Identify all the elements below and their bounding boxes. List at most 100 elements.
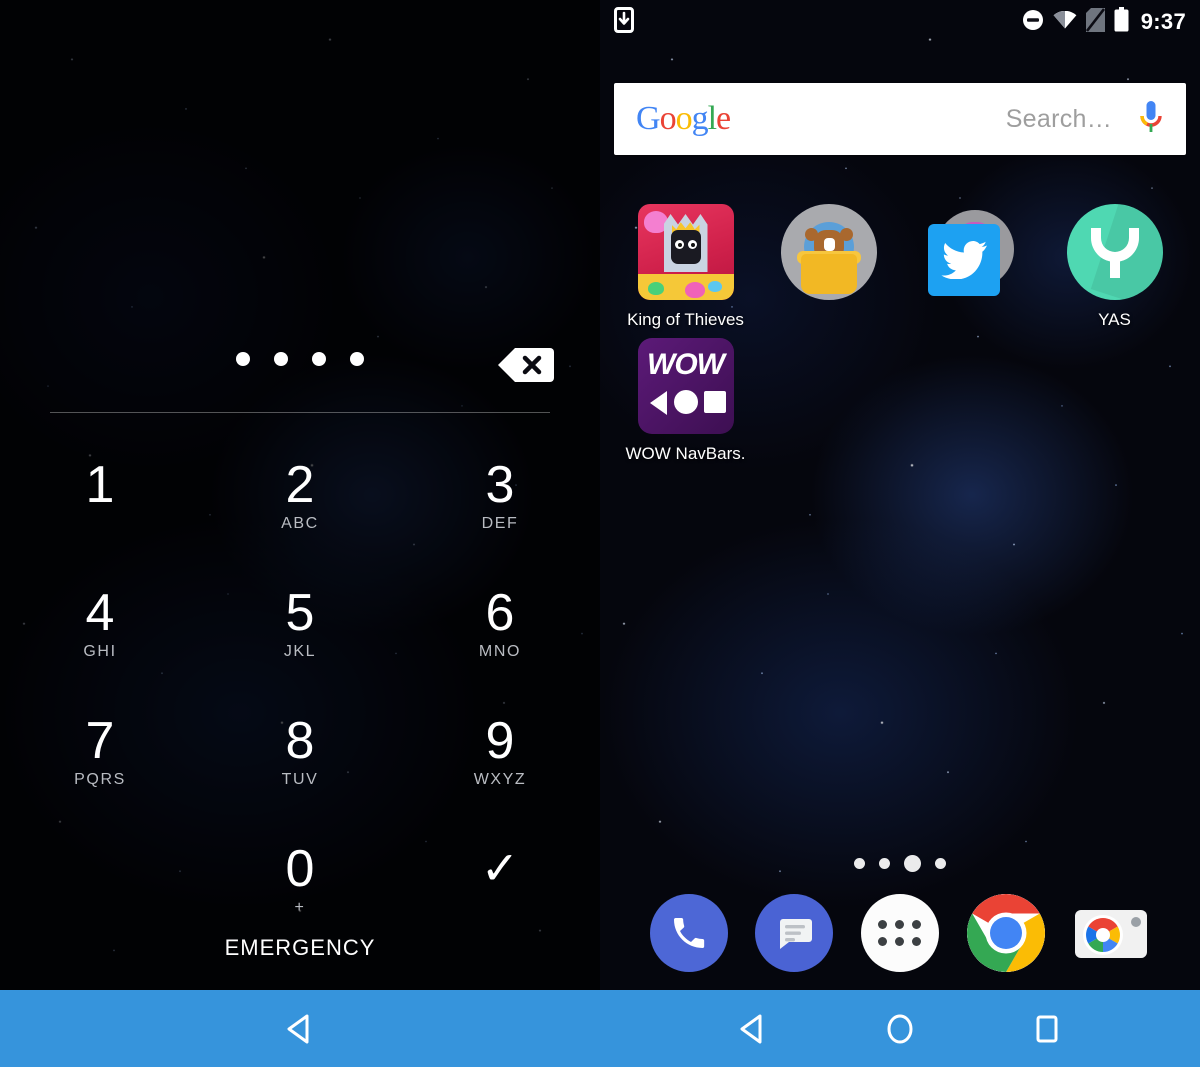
key-number: 0	[285, 840, 315, 898]
page-dot-active[interactable]	[904, 855, 921, 872]
emergency-call-button[interactable]: EMERGENCY	[0, 935, 600, 961]
key-letters: ABC	[281, 514, 319, 532]
key-number: 3	[485, 456, 515, 514]
backspace-icon[interactable]	[498, 348, 554, 382]
download-icon	[614, 6, 634, 38]
google-logo-letter: o	[659, 100, 677, 137]
camera-icon	[1072, 894, 1150, 972]
search-input-placeholder[interactable]: Search…	[1006, 105, 1112, 134]
app-row-2: WOW WOW NavBars.	[614, 330, 1186, 464]
key-letters: PQRS	[74, 770, 126, 788]
key-letters: DEF	[481, 514, 519, 532]
google-logo-letter: g	[691, 100, 709, 137]
dock-messages[interactable]	[755, 894, 834, 972]
key-letters: MNO	[478, 642, 522, 660]
navigation-bar	[0, 990, 1200, 1067]
recents-icon[interactable]	[1019, 1001, 1075, 1057]
key-2[interactable]: 2 ABC	[200, 452, 400, 580]
home-screen-pane: 9:37 Google Search… King of Thieves YAS …	[600, 0, 1200, 990]
app-label: WOW NavBars.	[625, 444, 746, 463]
key-number: 6	[485, 584, 515, 642]
page-dot[interactable]	[854, 858, 865, 869]
app-row-1: King of Thieves YAS	[614, 196, 1186, 330]
dock-phone[interactable]	[649, 894, 728, 972]
key-letters: +	[294, 898, 306, 916]
wifi-icon	[1053, 10, 1077, 34]
checkmark-icon: ✓	[480, 842, 520, 894]
app-drawer-icon	[860, 894, 939, 972]
google-logo-letter: l	[707, 100, 718, 137]
key-9[interactable]: 9 WXYZ	[400, 708, 600, 836]
app-twitter[interactable]	[900, 196, 1043, 330]
key-6[interactable]: 6 MNO	[400, 580, 600, 708]
navbar-right-group	[600, 990, 1200, 1067]
keypad-row: 4 GHI 5 JKL 6 MNO	[0, 580, 600, 708]
key-number: 1	[85, 456, 115, 514]
key-number: 5	[285, 584, 315, 642]
pin-dot	[274, 352, 288, 366]
key-letters: WXYZ	[473, 770, 527, 788]
phone-icon	[649, 894, 728, 972]
key-letters: GHI	[83, 642, 117, 660]
key-8[interactable]: 8 TUV	[200, 708, 400, 836]
google-logo-letter: G	[636, 100, 661, 137]
status-clock: 9:37	[1140, 9, 1186, 34]
key-number: 9	[485, 712, 515, 770]
google-logo-letter: e	[716, 100, 731, 137]
key-letters: JKL	[283, 642, 317, 660]
battery-icon	[1114, 7, 1129, 37]
back-icon[interactable]	[725, 1001, 781, 1057]
do-not-disturb-icon	[1022, 9, 1044, 36]
microphone-icon[interactable]	[1138, 100, 1164, 138]
pin-divider	[50, 412, 550, 413]
status-bar-left	[614, 6, 634, 38]
key-number: 8	[285, 712, 315, 770]
page-indicator	[600, 855, 1200, 872]
wow-navbars-icon: WOW	[637, 338, 734, 434]
dock-chrome[interactable]	[966, 894, 1045, 972]
google-logo: Google	[636, 100, 731, 138]
dock-camera[interactable]	[1072, 894, 1150, 972]
screenshot-root: 1 2 ABC 3 DEF 4 GHI 5 JKL 6 MNO 7 PQRS 8…	[0, 0, 1200, 1067]
lockscreen-pane: 1 2 ABC 3 DEF 4 GHI 5 JKL 6 MNO 7 PQRS 8…	[0, 0, 600, 990]
key-7[interactable]: 7 PQRS	[0, 708, 200, 836]
app-wow-navbars[interactable]: WOW WOW NavBars.	[614, 330, 757, 464]
key-number: 4	[85, 584, 115, 642]
keypad-row: 7 PQRS 8 TUV 9 WXYZ	[0, 708, 600, 836]
page-dot[interactable]	[935, 858, 946, 869]
status-bar: 9:37	[600, 0, 1200, 44]
key-letters: TUV	[281, 770, 319, 788]
yas-icon	[1066, 204, 1163, 300]
bear-pot-icon	[780, 204, 877, 300]
pin-dot	[350, 352, 364, 366]
navbar-left-group	[0, 990, 600, 1067]
pin-keypad: 1 2 ABC 3 DEF 4 GHI 5 JKL 6 MNO 7 PQRS 8…	[0, 452, 600, 964]
back-icon[interactable]	[272, 1001, 328, 1057]
home-dock	[600, 893, 1200, 973]
app-label: King of Thieves	[627, 310, 744, 329]
key-3[interactable]: 3 DEF	[400, 452, 600, 580]
app-label: YAS	[1098, 310, 1131, 329]
no-sim-icon	[1085, 7, 1105, 37]
page-dot[interactable]	[879, 858, 890, 869]
app-bear-pot[interactable]	[757, 196, 900, 330]
app-yas[interactable]: YAS	[1043, 196, 1186, 330]
pin-dot	[312, 352, 326, 366]
key-1[interactable]: 1	[0, 452, 200, 580]
google-logo-letter: o	[675, 100, 693, 137]
key-number: 2	[285, 456, 315, 514]
key-number: 7	[85, 712, 115, 770]
king-of-thieves-icon	[637, 204, 734, 300]
status-bar-right: 9:37	[1022, 7, 1186, 37]
key-4[interactable]: 4 GHI	[0, 580, 200, 708]
twitter-icon	[924, 204, 1020, 300]
dock-app-drawer[interactable]	[860, 894, 939, 972]
app-king-of-thieves[interactable]: King of Thieves	[614, 196, 757, 330]
app-icon-grid: King of Thieves YAS WOW WOW NavBars.	[614, 196, 1186, 464]
google-search-widget[interactable]: Google Search…	[614, 83, 1186, 155]
messages-icon	[755, 894, 834, 972]
pin-dot	[236, 352, 250, 366]
key-5[interactable]: 5 JKL	[200, 580, 400, 708]
home-icon[interactable]	[872, 1001, 928, 1057]
keypad-row: 1 2 ABC 3 DEF	[0, 452, 600, 580]
